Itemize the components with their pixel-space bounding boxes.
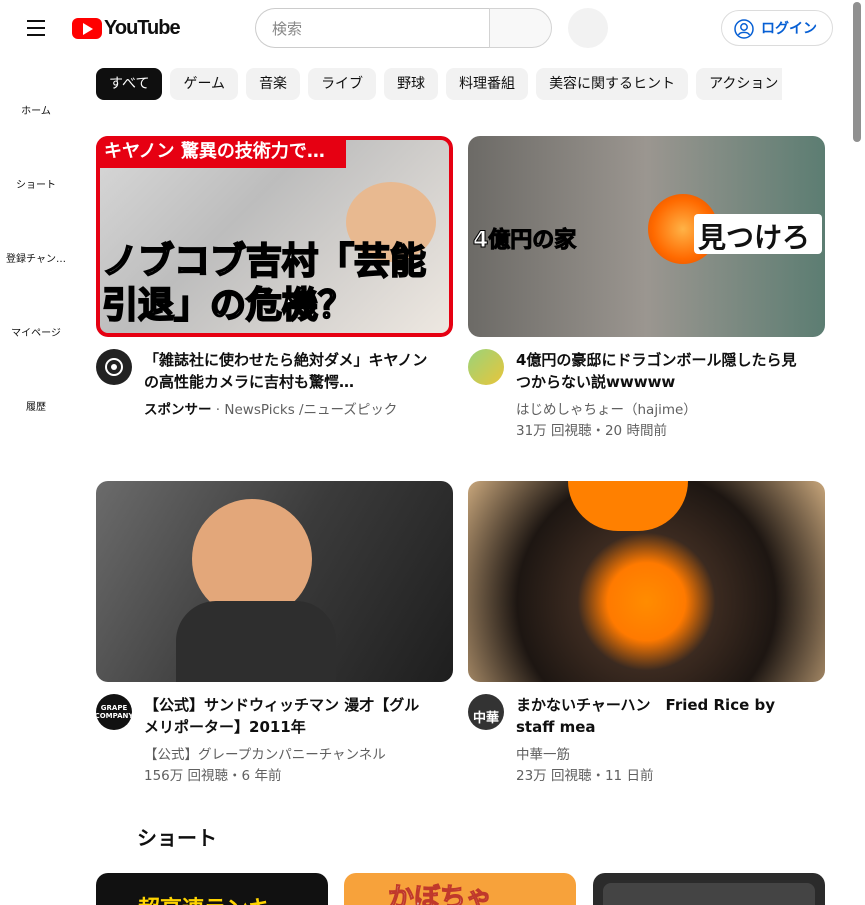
channel-avatar[interactable]: GRAPE COMPANY xyxy=(96,694,132,730)
thumbnail-big-text: ノブコブ吉村「芸能引退」の危機？ xyxy=(101,240,427,327)
video-stats: 31万 回視聴・20 時間前 xyxy=(516,423,667,439)
sidebar-item-history[interactable]: 履歴 xyxy=(0,376,72,413)
sidebar-item-home[interactable]: ホーム xyxy=(0,80,72,117)
history-icon xyxy=(24,376,48,390)
channel-name[interactable]: はじめしゃちょー（hajime） xyxy=(516,398,697,418)
chip-cooking[interactable]: 料理番組 xyxy=(446,68,529,100)
scrollbar-thumb[interactable] xyxy=(853,2,861,142)
shorts-logo-icon xyxy=(103,824,121,846)
channel-name-text: NewsPicks /ニューズピック xyxy=(224,402,398,418)
video-title[interactable]: 4億円の豪邸にドラゴンボール隠したら見つからない説wwwww xyxy=(516,349,806,393)
search-button[interactable] xyxy=(489,8,552,48)
video-card[interactable]: 中華 まかないチャーハン Fried Rice by staff mea 中華一… xyxy=(468,481,825,784)
filter-chips-bar: すべて ゲーム 音楽 ライブ 野球 料理番組 美容に関するヒント アクション xyxy=(96,68,782,100)
scrollbar[interactable] xyxy=(852,0,862,905)
search-input[interactable]: 検索 xyxy=(255,8,489,48)
home-icon xyxy=(24,80,48,94)
video-card[interactable]: 4億円の家 見つけろ 4億円の豪邸にドラゴンボール隠したら見つからない説wwww… xyxy=(468,136,825,439)
video-title[interactable]: 【公式】サンドウィッチマン 漫才【グルメリポーター】2011年 xyxy=(144,694,434,738)
voice-search-button[interactable] xyxy=(568,8,608,48)
sidebar-item-label: ホーム xyxy=(21,106,51,117)
search-bar: 検索 xyxy=(255,8,552,48)
video-card[interactable]: GRAPE COMPANY 【公式】サンドウィッチマン 漫才【グルメリポーター】… xyxy=(96,481,453,784)
video-thumbnail[interactable]: キヤノン 驚異の技術力で… ノブコブ吉村「芸能引退」の危機？ xyxy=(96,136,453,337)
chip-all[interactable]: すべて xyxy=(96,68,163,100)
channel-name[interactable]: 中華一筋 xyxy=(516,743,570,763)
short-thumbnail-text: 超高速ランキ xyxy=(138,891,270,905)
thumbnail-left-text: 4億円の家 xyxy=(472,228,577,254)
chip-music[interactable]: 音楽 xyxy=(246,68,301,100)
sidebar-item-label: ショート xyxy=(16,180,56,191)
video-stats: 156万 回視聴・6 年前 xyxy=(144,768,282,784)
video-thumbnail[interactable] xyxy=(96,481,453,682)
logo-text: YouTube xyxy=(104,16,181,39)
login-button[interactable]: ログイン xyxy=(721,10,833,46)
channel-name[interactable]: スポンサー · NewsPicks /ニューズピック xyxy=(144,398,397,418)
youtube-logo[interactable]: YouTube xyxy=(72,16,181,40)
video-card[interactable]: キヤノン 驚異の技術力で… ノブコブ吉村「芸能引退」の危機？ 「雑誌社に使わせた… xyxy=(96,136,453,437)
avatar-logo-text: GRAPE COMPANY xyxy=(96,704,132,720)
sidebar-item-shorts[interactable]: ショート xyxy=(0,154,72,191)
short-thumbnail-text: かぼちゃ xyxy=(387,883,493,905)
channel-avatar[interactable] xyxy=(96,349,132,385)
avatar-logo-text: 中華 xyxy=(472,711,499,726)
chip-beauty[interactable]: 美容に関するヒント xyxy=(536,68,689,100)
channel-name[interactable]: 【公式】グレープカンパニーチャンネル xyxy=(144,743,386,763)
chip-action[interactable]: アクション xyxy=(696,68,782,100)
sidebar-item-subscriptions[interactable]: 登録チャン… xyxy=(0,228,72,265)
menu-icon[interactable] xyxy=(16,8,56,48)
short-thumbnail-image xyxy=(603,883,815,905)
video-title[interactable]: まかないチャーハン Fried Rice by staff mea xyxy=(516,694,806,738)
sidebar-item-label: 登録チャン… xyxy=(6,254,66,265)
short-card[interactable]: かぼちゃ xyxy=(344,873,576,905)
chip-baseball[interactable]: 野球 xyxy=(384,68,439,100)
thumbnail-right-text: 見つけろ xyxy=(698,221,811,254)
login-label: ログイン xyxy=(761,21,817,37)
thumbnail-headline: キヤノン 驚異の技術力で… xyxy=(96,136,346,168)
video-stats: 23万 回視聴・11 日前 xyxy=(516,768,654,784)
sidebar-item-label: マイページ xyxy=(11,328,61,339)
sidebar-item-mypage[interactable]: マイページ xyxy=(0,302,72,339)
thumbnail-suit xyxy=(176,601,336,682)
channel-avatar[interactable] xyxy=(468,349,504,385)
shorts-section-title: ショート xyxy=(137,826,217,850)
thumbnail-bowl xyxy=(568,481,688,531)
subscriptions-icon xyxy=(24,228,48,242)
channel-avatar[interactable]: 中華 xyxy=(468,694,504,730)
shorts-icon xyxy=(24,154,48,168)
youtube-play-icon xyxy=(72,17,102,39)
video-title[interactable]: 「雑誌社に使わせたら絶対ダメ」キヤノンの高性能カメラに吉村も驚愕… xyxy=(144,349,434,393)
video-thumbnail[interactable]: 4億円の家 見つけろ xyxy=(468,136,825,337)
chip-games[interactable]: ゲーム xyxy=(170,68,239,100)
video-thumbnail[interactable] xyxy=(468,481,825,682)
short-card[interactable] xyxy=(593,873,825,905)
chip-live[interactable]: ライブ xyxy=(308,68,377,100)
user-icon xyxy=(734,19,754,39)
top-bar: YouTube 検索 ログイン xyxy=(0,0,865,56)
sidebar-item-label: 履歴 xyxy=(26,402,46,413)
newspicks-logo-icon xyxy=(105,358,123,376)
short-card[interactable]: 超高速ランキ xyxy=(96,873,328,905)
sponsor-label: スポンサー xyxy=(144,402,212,418)
library-icon xyxy=(24,302,48,316)
